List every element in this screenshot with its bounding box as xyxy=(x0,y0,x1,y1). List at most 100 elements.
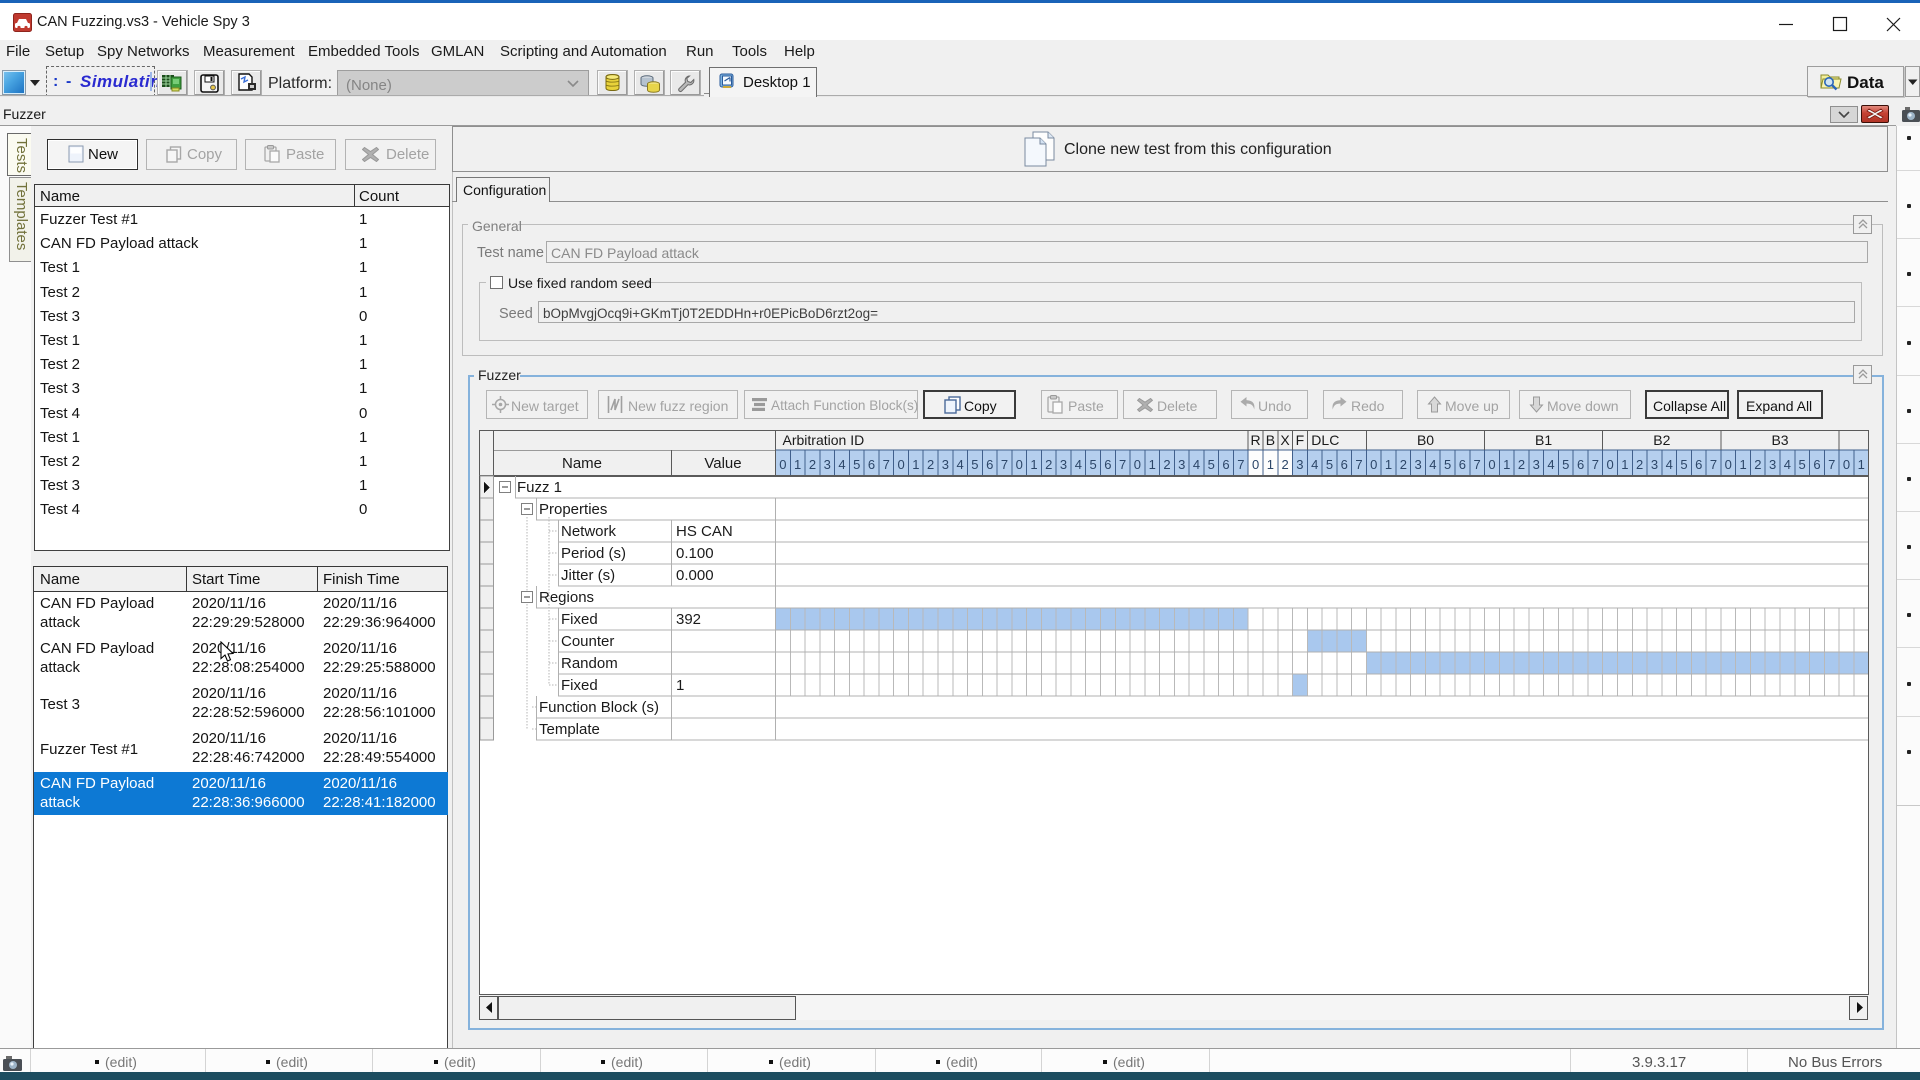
svg-text:0: 0 xyxy=(1252,457,1259,472)
svg-text:Template: Template xyxy=(539,721,600,738)
svg-text:7: 7 xyxy=(1237,457,1244,472)
svg-text:Fuzz 1: Fuzz 1 xyxy=(517,479,562,496)
svg-text:Name: Name xyxy=(562,455,602,472)
svg-text:4: 4 xyxy=(1547,457,1554,472)
svg-text:Counter: Counter xyxy=(561,633,614,650)
svg-text:6: 6 xyxy=(1104,457,1111,472)
svg-text:Value: Value xyxy=(704,455,741,472)
svg-text:2: 2 xyxy=(1518,457,1525,472)
svg-text:B2: B2 xyxy=(1653,432,1670,448)
svg-text:4: 4 xyxy=(1429,457,1436,472)
svg-text:0: 0 xyxy=(897,457,904,472)
svg-text:B1: B1 xyxy=(1535,432,1552,448)
svg-text:0: 0 xyxy=(1725,457,1732,472)
svg-text:4: 4 xyxy=(1075,457,1082,472)
svg-text:2: 2 xyxy=(1400,457,1407,472)
svg-text:3: 3 xyxy=(1414,457,1421,472)
svg-text:2: 2 xyxy=(1636,457,1643,472)
svg-text:1: 1 xyxy=(1267,457,1274,472)
svg-text:Period (s): Period (s) xyxy=(561,545,626,562)
svg-text:3: 3 xyxy=(1296,457,1303,472)
svg-text:6: 6 xyxy=(868,457,875,472)
svg-text:6: 6 xyxy=(1222,457,1229,472)
svg-text:6: 6 xyxy=(1695,457,1702,472)
svg-text:B: B xyxy=(1266,432,1275,448)
svg-text:Arbitration ID: Arbitration ID xyxy=(783,432,865,448)
svg-text:Random: Random xyxy=(561,655,618,672)
svg-text:4: 4 xyxy=(1193,457,1200,472)
svg-text:0: 0 xyxy=(1016,457,1023,472)
svg-text:Jitter (s): Jitter (s) xyxy=(561,567,615,584)
svg-text:DLC: DLC xyxy=(1311,432,1339,448)
svg-text:0: 0 xyxy=(1370,457,1377,472)
svg-text:7: 7 xyxy=(1355,457,1362,472)
svg-text:3: 3 xyxy=(1533,457,1540,472)
svg-text:Network: Network xyxy=(561,523,617,540)
svg-text:7: 7 xyxy=(1828,457,1835,472)
svg-text:2: 2 xyxy=(927,457,934,472)
svg-text:7: 7 xyxy=(1592,457,1599,472)
svg-text:1: 1 xyxy=(1030,457,1037,472)
svg-text:R: R xyxy=(1251,432,1261,448)
svg-text:6: 6 xyxy=(986,457,993,472)
svg-text:4: 4 xyxy=(1784,457,1791,472)
svg-text:B0: B0 xyxy=(1417,432,1434,448)
svg-text:5: 5 xyxy=(1326,457,1333,472)
svg-text:1: 1 xyxy=(794,457,801,472)
svg-text:0: 0 xyxy=(1134,457,1141,472)
svg-text:5: 5 xyxy=(971,457,978,472)
svg-text:Fixed: Fixed xyxy=(561,611,598,628)
svg-text:3: 3 xyxy=(1060,457,1067,472)
svg-text:B3: B3 xyxy=(1771,432,1788,448)
svg-text:7: 7 xyxy=(883,457,890,472)
svg-text:3: 3 xyxy=(824,457,831,472)
svg-text:5: 5 xyxy=(853,457,860,472)
svg-text:7: 7 xyxy=(1710,457,1717,472)
svg-text:0.000: 0.000 xyxy=(676,567,714,584)
svg-text:Regions: Regions xyxy=(539,589,594,606)
svg-text:6: 6 xyxy=(1813,457,1820,472)
svg-text:5: 5 xyxy=(1208,457,1215,472)
svg-text:X: X xyxy=(1280,432,1290,448)
svg-text:2: 2 xyxy=(809,457,816,472)
svg-text:4: 4 xyxy=(957,457,964,472)
svg-text:392: 392 xyxy=(676,611,701,628)
svg-text:Function Block (s): Function Block (s) xyxy=(539,699,659,716)
svg-text:3: 3 xyxy=(942,457,949,472)
svg-text:0: 0 xyxy=(1488,457,1495,472)
svg-text:1: 1 xyxy=(676,677,684,694)
svg-text:2: 2 xyxy=(1754,457,1761,472)
svg-text:0.100: 0.100 xyxy=(676,545,714,562)
svg-text:4: 4 xyxy=(1311,457,1318,472)
svg-text:7: 7 xyxy=(1001,457,1008,472)
svg-text:3: 3 xyxy=(1769,457,1776,472)
svg-text:7: 7 xyxy=(1474,457,1481,472)
svg-text:2: 2 xyxy=(1163,457,1170,472)
svg-text:Fixed: Fixed xyxy=(561,677,598,694)
svg-text:2: 2 xyxy=(1282,457,1289,472)
svg-text:6: 6 xyxy=(1341,457,1348,472)
svg-text:6: 6 xyxy=(1459,457,1466,472)
svg-text:1: 1 xyxy=(1385,457,1392,472)
svg-text:0: 0 xyxy=(1607,457,1614,472)
svg-text:1: 1 xyxy=(1739,457,1746,472)
svg-text:3: 3 xyxy=(1651,457,1658,472)
svg-text:HS CAN: HS CAN xyxy=(676,523,733,540)
svg-text:5: 5 xyxy=(1562,457,1569,472)
svg-text:1: 1 xyxy=(1149,457,1156,472)
svg-text:4: 4 xyxy=(838,457,845,472)
svg-text:0: 0 xyxy=(1843,457,1850,472)
svg-text:1: 1 xyxy=(912,457,919,472)
svg-text:2: 2 xyxy=(1045,457,1052,472)
svg-text:7: 7 xyxy=(1119,457,1126,472)
svg-text:0: 0 xyxy=(779,457,786,472)
svg-text:5: 5 xyxy=(1089,457,1096,472)
svg-text:6: 6 xyxy=(1577,457,1584,472)
svg-text:1: 1 xyxy=(1621,457,1628,472)
svg-text:5: 5 xyxy=(1444,457,1451,472)
svg-text:4: 4 xyxy=(1666,457,1673,472)
svg-text:F: F xyxy=(1296,432,1305,448)
svg-text:3: 3 xyxy=(1178,457,1185,472)
svg-text:1: 1 xyxy=(1503,457,1510,472)
svg-text:5: 5 xyxy=(1680,457,1687,472)
